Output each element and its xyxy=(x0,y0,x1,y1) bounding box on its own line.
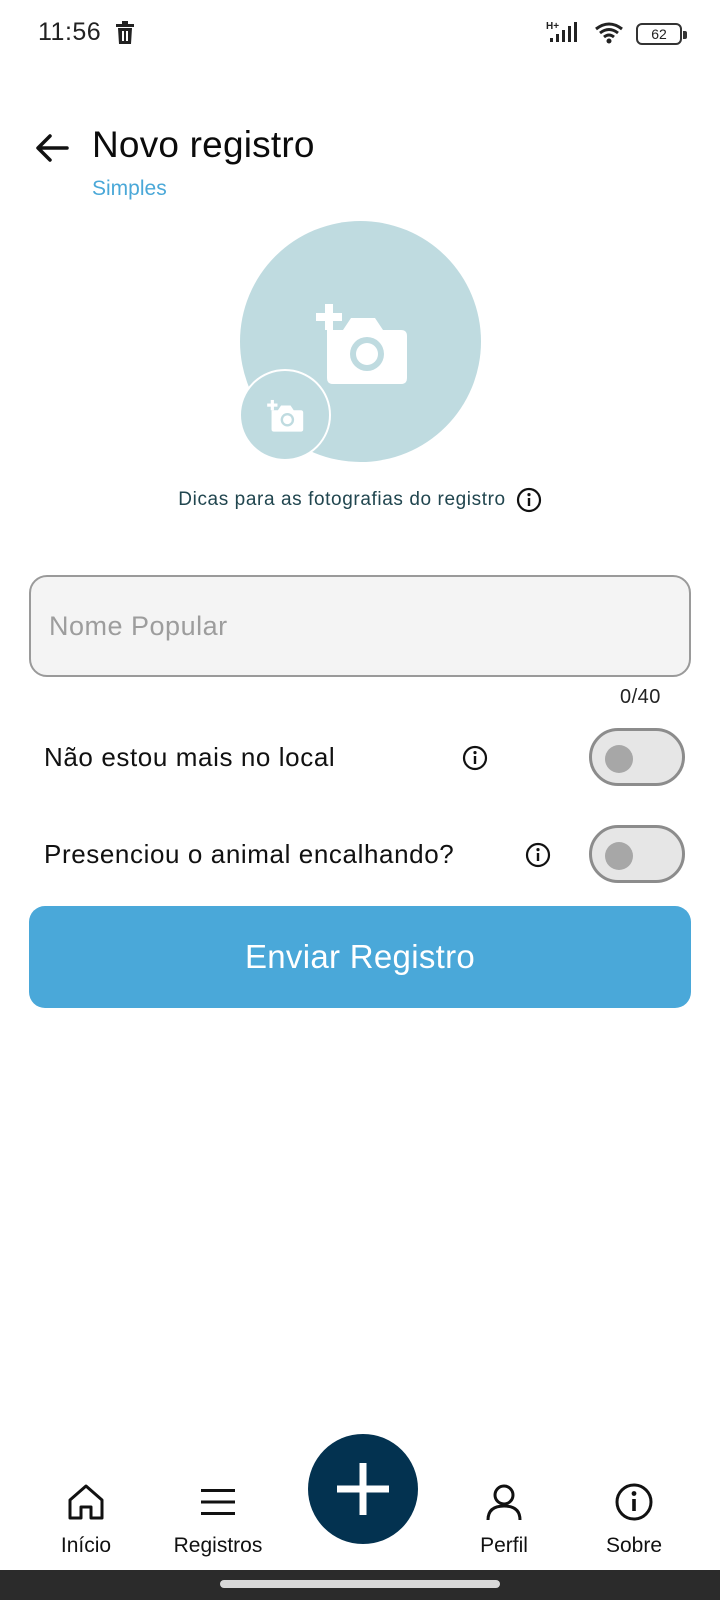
not-on-site-toggle[interactable] xyxy=(589,728,685,786)
photo-tips-link[interactable]: Dicas para as fotografias do registro xyxy=(0,487,720,513)
signal-icon: H+ xyxy=(546,21,577,42)
nav-label: Registros xyxy=(173,1534,263,1557)
arrow-left-icon xyxy=(36,134,69,162)
trash-icon xyxy=(116,21,134,44)
home-gesture-handle[interactable] xyxy=(220,1580,500,1588)
plus-icon xyxy=(337,1463,389,1515)
witnessed-stranding-toggle[interactable] xyxy=(589,825,685,883)
add-photo-small-button[interactable] xyxy=(239,369,331,461)
nav-label: Perfil xyxy=(480,1534,528,1557)
page-subtitle: Simples xyxy=(92,177,167,200)
nav-item-sobre[interactable]: Sobre xyxy=(574,1480,694,1558)
submit-record-button[interactable]: Enviar Registro xyxy=(29,906,691,1008)
wifi-icon xyxy=(595,22,623,44)
network-type: H+ xyxy=(546,21,559,32)
info-icon[interactable] xyxy=(462,745,488,771)
nome-popular-input[interactable] xyxy=(29,575,691,677)
nav-item-perfil[interactable]: Perfil xyxy=(444,1480,564,1558)
add-photo-small-icon xyxy=(267,399,304,432)
photo-tips-label: Dicas para as fotografias do registro xyxy=(178,489,506,510)
status-bar: 11:56 H+ 62 xyxy=(0,0,720,70)
person-icon xyxy=(486,1484,522,1521)
system-gesture-bar xyxy=(0,1570,720,1600)
nav-item-inicio[interactable]: Início xyxy=(26,1480,146,1558)
add-record-fab[interactable] xyxy=(308,1434,418,1544)
page-title: Novo registro xyxy=(92,124,315,165)
toggle-row-not-on-site: Não estou mais no local xyxy=(44,728,685,788)
status-time: 11:56 xyxy=(38,18,102,46)
toggle-label-not-on-site: Não estou mais no local xyxy=(44,742,336,772)
nav-label: Início xyxy=(60,1534,112,1557)
info-icon[interactable] xyxy=(516,487,542,513)
nav-item-registros[interactable]: Registros xyxy=(158,1480,278,1558)
home-icon xyxy=(68,1484,104,1520)
add-photo-icon xyxy=(315,303,407,384)
toggle-knob xyxy=(605,745,633,773)
menu-icon xyxy=(201,1489,235,1515)
battery-icon: 62 xyxy=(636,23,687,45)
nav-label: Sobre xyxy=(605,1534,663,1557)
character-counter: 0/40 xyxy=(620,686,661,708)
toggle-knob xyxy=(605,842,633,870)
info-icon[interactable] xyxy=(525,842,551,868)
info-icon xyxy=(615,1483,653,1521)
back-button[interactable] xyxy=(30,126,74,170)
toggle-label-witnessed-stranding: Presenciou o animal encalhando? xyxy=(44,839,455,869)
toggle-row-witnessed-stranding: Presenciou o animal encalhando? xyxy=(44,825,685,885)
bottom-nav: Início Registros Perfil Sobre xyxy=(0,1420,720,1570)
